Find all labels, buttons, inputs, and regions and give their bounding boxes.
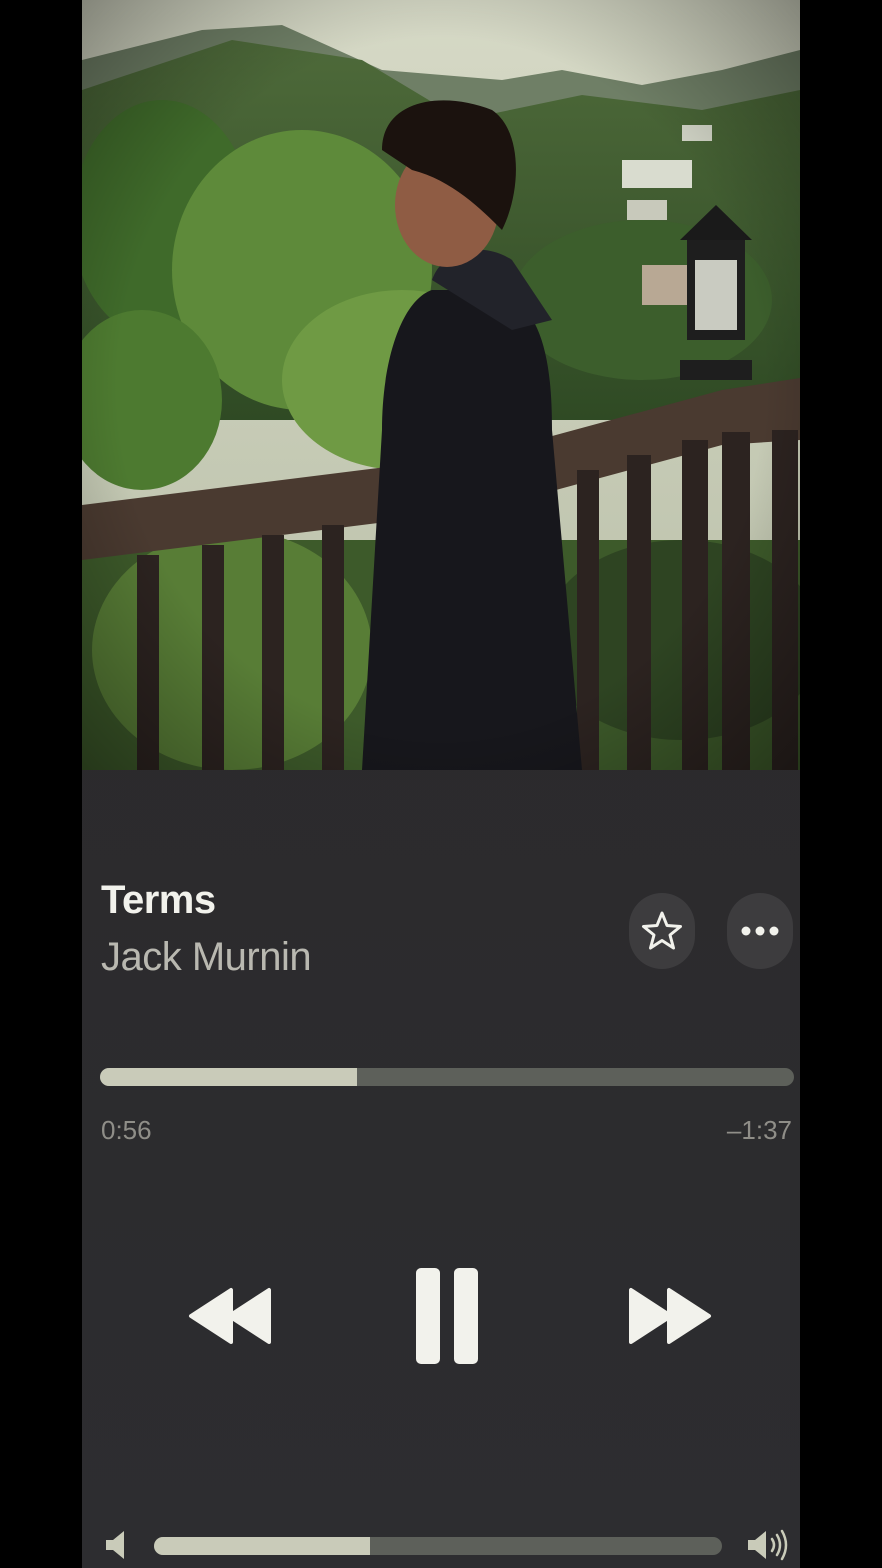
speaker-low-icon [106, 1531, 124, 1559]
next-track-button[interactable] [622, 1280, 718, 1352]
track-title: Terms [101, 878, 216, 922]
volume-level-fill [154, 1537, 370, 1555]
star-icon [642, 911, 682, 950]
volume-control [82, 1520, 800, 1568]
elapsed-time: 0:56 [101, 1115, 152, 1145]
playback-scrubber[interactable] [100, 1068, 794, 1086]
track-artist[interactable]: Jack Murnin [101, 935, 312, 980]
pause-button[interactable] [412, 1264, 482, 1368]
remaining-time: –1:37 [726, 1115, 792, 1145]
album-artwork-image [82, 0, 800, 770]
volume-slider[interactable] [154, 1537, 722, 1555]
rewind-icon [189, 1288, 271, 1344]
album-artwork [82, 0, 800, 770]
favorite-button[interactable] [629, 893, 695, 969]
speaker-high-icon [748, 1529, 788, 1561]
pause-icon [416, 1268, 478, 1364]
ellipsis-icon [741, 926, 779, 936]
playback-progress-fill [100, 1068, 357, 1086]
now-playing-screen: Terms Jack Murnin 0:56 –1:37 [82, 0, 800, 1568]
fast-forward-icon [629, 1288, 711, 1344]
more-options-button[interactable] [727, 893, 793, 969]
previous-track-button[interactable] [182, 1280, 278, 1352]
